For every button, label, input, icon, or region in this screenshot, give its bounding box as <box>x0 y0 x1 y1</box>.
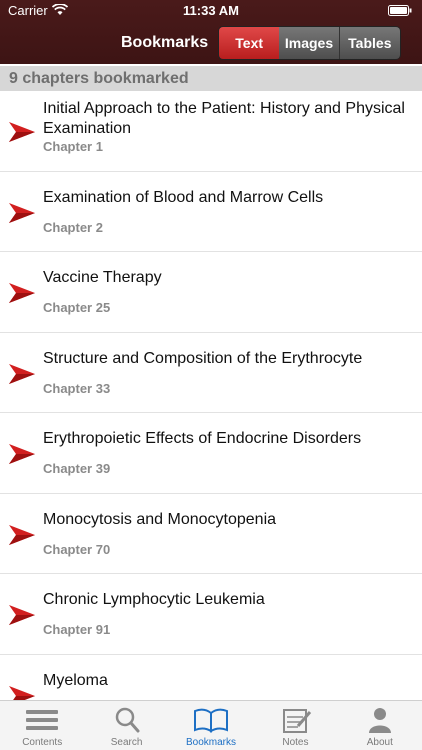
red-arrow-icon <box>9 685 35 700</box>
segment-tables[interactable]: Tables <box>339 27 400 59</box>
bookmark-list[interactable]: Initial Approach to the Patient: History… <box>0 91 422 700</box>
status-bar: Carrier 11:33 AM <box>0 0 422 22</box>
bookmark-chapter: Chapter 91 <box>43 622 111 637</box>
battery-icon <box>388 5 412 16</box>
bookmark-chapter: Chapter 39 <box>43 461 111 476</box>
header-bar: Carrier 11:33 AM Bookmarks Text Images T… <box>0 0 422 64</box>
tab-contents[interactable]: Contents <box>0 701 84 750</box>
bookmark-title: Structure and Composition of the Erythro… <box>43 349 363 367</box>
segmented-control: Text Images Tables <box>218 26 401 60</box>
list-item[interactable]: Monocytosis and Monocytopenia Chapter 70 <box>0 494 422 574</box>
tab-label: About <box>366 737 393 748</box>
bookmark-chapter: Chapter 70 <box>43 541 111 557</box>
bookmark-title: Monocytosis and Monocytopenia <box>43 510 277 528</box>
tab-label: Search <box>110 737 143 748</box>
tab-search[interactable]: Search <box>84 701 168 750</box>
bookmark-chapter: Chapter 2 <box>43 219 103 235</box>
status-time: 11:33 AM <box>183 3 239 18</box>
open-book-icon <box>194 708 229 733</box>
red-arrow-icon <box>9 363 35 384</box>
search-icon <box>115 707 140 733</box>
bookmark-title: Vaccine Therapy <box>43 269 162 286</box>
list-item[interactable]: Myeloma <box>0 655 422 700</box>
list-item[interactable]: Initial Approach to the Patient: History… <box>0 91 422 172</box>
list-item[interactable]: Structure and Composition of the Erythro… <box>0 333 422 413</box>
tab-about[interactable]: About <box>338 701 422 750</box>
bookmark-chapter: Chapter 25 <box>43 300 111 315</box>
segment-images[interactable]: Images <box>279 27 340 59</box>
tab-bar: Contents Search Bookmarks Notes About <box>0 700 422 750</box>
tab-notes[interactable]: Notes <box>253 701 337 750</box>
tab-label: Contents <box>22 737 63 748</box>
list-item[interactable]: Examination of Blood and Marrow Cells Ch… <box>0 172 422 252</box>
tab-label: Bookmarks <box>186 737 237 748</box>
tab-label: Notes <box>282 737 309 748</box>
bookmark-title: Myeloma <box>43 671 108 689</box>
bookmark-chapter: Chapter 1 <box>43 139 103 154</box>
red-arrow-icon <box>9 202 35 223</box>
bookmark-title: Erythropoietic Effects of Endocrine Diso… <box>43 430 362 447</box>
tab-bookmarks[interactable]: Bookmarks <box>169 701 253 750</box>
red-arrow-icon <box>9 122 35 142</box>
red-arrow-icon <box>9 524 35 545</box>
segment-text[interactable]: Text <box>219 27 280 59</box>
notepad-icon <box>283 709 312 733</box>
red-arrow-icon <box>9 444 35 464</box>
person-icon <box>368 708 391 733</box>
list-item[interactable]: Erythropoietic Effects of Endocrine Diso… <box>0 413 422 494</box>
bookmark-title: Initial Approach to the Patient: History… <box>43 100 405 137</box>
bookmark-chapter: Chapter 33 <box>43 380 111 396</box>
list-item[interactable]: Chronic Lymphocytic Leukemia Chapter 91 <box>0 574 422 655</box>
list-item[interactable]: Vaccine Therapy Chapter 25 <box>0 252 422 333</box>
red-arrow-icon <box>9 283 35 303</box>
red-arrow-icon <box>9 605 35 625</box>
bookmark-title: Examination of Blood and Marrow Cells <box>43 188 324 206</box>
bookmark-title: Chronic Lymphocytic Leukemia <box>43 591 265 608</box>
section-header: 9 chapters bookmarked <box>0 66 422 91</box>
list-icon <box>26 710 59 730</box>
page-title: Bookmarks <box>121 34 209 51</box>
